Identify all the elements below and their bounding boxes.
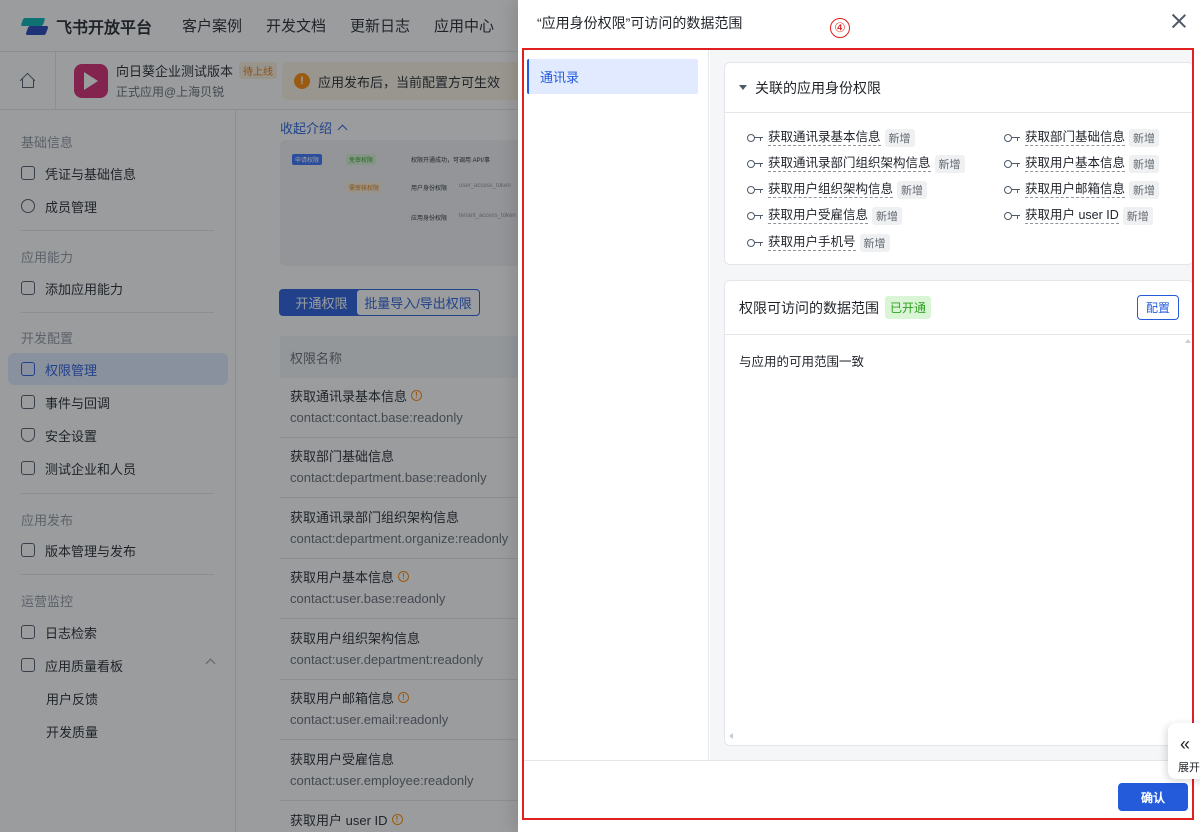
- scope-name: 获取用户组织架构信息: [768, 182, 894, 198]
- expand-label: 展开: [1178, 762, 1200, 774]
- scope-item[interactable]: 获取用户 user ID 新增: [1004, 207, 1153, 225]
- key-icon: [747, 212, 763, 220]
- new-tag: 新增: [872, 207, 903, 225]
- scope-item[interactable]: 获取用户邮箱信息 新增: [1004, 181, 1160, 199]
- scope-name: 获取用户基本信息: [1025, 156, 1126, 172]
- config-button[interactable]: 配置: [1137, 295, 1179, 320]
- new-tag: 新增: [934, 155, 965, 173]
- status-badge: 已开通: [885, 296, 932, 319]
- drawer-content: 关联的应用身份权限 获取通讯录基本信息 新增 获取通讯录部门组织架构信息 新增 获取…: [710, 50, 1194, 760]
- step-annotation: ④: [830, 18, 850, 38]
- caret-down-icon: [739, 85, 747, 90]
- data-scope-text: 与应用的可用范围一致: [739, 355, 865, 369]
- related-permissions-toggle[interactable]: 关联的应用身份权限: [725, 63, 1193, 113]
- key-icon: [1004, 134, 1020, 142]
- new-tag: 新增: [897, 181, 928, 199]
- scope-item[interactable]: 获取用户基本信息 新增: [1004, 155, 1160, 173]
- related-permissions-card: 关联的应用身份权限 获取通讯录基本信息 新增 获取通讯录部门组织架构信息 新增 获取…: [724, 62, 1194, 265]
- scope-item[interactable]: 获取用户手机号 新增: [747, 234, 890, 252]
- key-icon: [747, 160, 763, 168]
- drawer-side-nav: 通讯录: [524, 50, 709, 760]
- data-scope-drawer: “应用身份权限”可访问的数据范围 ④ 通讯录 关联的应用身份权限 获取通讯录基本…: [518, 0, 1200, 832]
- scope-item[interactable]: 获取用户受雇信息 新增: [747, 207, 903, 225]
- drawer-footer: 确认: [524, 760, 1194, 818]
- key-icon: [1004, 160, 1020, 168]
- expand-panel-tab[interactable]: « 展开: [1168, 723, 1200, 779]
- scope-name: 获取通讯录部门组织架构信息: [768, 156, 931, 172]
- scope-item[interactable]: 获取通讯录基本信息 新增: [747, 129, 915, 147]
- scope-name: 获取用户 user ID: [1025, 208, 1119, 224]
- double-chevron-left-icon: «: [1180, 734, 1191, 754]
- scope-item[interactable]: 获取用户组织架构信息 新增: [747, 181, 928, 199]
- key-icon: [747, 186, 763, 194]
- new-tag: 新增: [1129, 181, 1160, 199]
- scope-item[interactable]: 获取通讯录部门组织架构信息 新增: [747, 155, 965, 173]
- scope-name: 获取用户受雇信息: [768, 208, 869, 224]
- new-tag: 新增: [1129, 129, 1160, 147]
- close-icon[interactable]: [1170, 12, 1188, 30]
- new-tag: 新增: [1129, 155, 1160, 173]
- key-icon: [747, 239, 763, 247]
- confirm-button[interactable]: 确认: [1118, 783, 1188, 811]
- key-icon: [1004, 212, 1020, 220]
- scroll-up-arrow-icon[interactable]: [1185, 339, 1191, 343]
- drawer-title: “应用身份权限”可访问的数据范围: [537, 15, 743, 31]
- scope-name: 获取通讯录基本信息: [768, 130, 881, 146]
- new-tag: 新增: [859, 234, 890, 252]
- side-item-contacts[interactable]: 通讯录: [527, 59, 698, 94]
- new-tag: 新增: [1122, 207, 1153, 225]
- scope-name: 获取部门基础信息: [1025, 130, 1126, 146]
- scope-name: 获取用户手机号: [768, 235, 856, 251]
- key-icon: [1004, 186, 1020, 194]
- scope-item[interactable]: 获取部门基础信息 新增: [1004, 129, 1160, 147]
- new-tag: 新增: [884, 129, 915, 147]
- card-title: 关联的应用身份权限: [755, 79, 881, 96]
- scope-name: 获取用户邮箱信息: [1025, 182, 1126, 198]
- card-title: 权限可访问的数据范围: [739, 299, 879, 316]
- key-icon: [747, 134, 763, 142]
- scroll-left-arrow-icon[interactable]: [729, 733, 733, 739]
- data-scope-card: 权限可访问的数据范围 已开通 配置 与应用的可用范围一致: [724, 280, 1194, 746]
